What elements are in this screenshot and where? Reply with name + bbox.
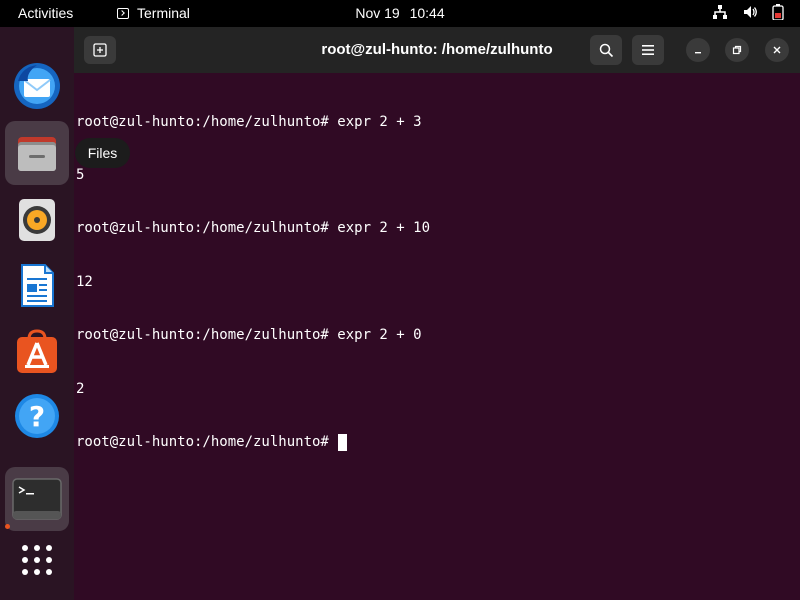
dock-item-terminal[interactable] xyxy=(5,467,69,531)
dock-item-help[interactable]: ? xyxy=(5,384,69,448)
terminal-prompt-line: root@zul-hunto:/home/zulhunto# xyxy=(76,433,796,452)
terminal-line: root@zul-hunto:/home/zulhunto# expr 2 + … xyxy=(76,220,431,237)
close-button[interactable] xyxy=(765,38,789,62)
terminal-icon xyxy=(12,478,62,520)
terminal-window: root@zul-hunto: /home/zulhunto root@zul-… xyxy=(74,27,800,600)
close-icon xyxy=(773,46,781,54)
help-icon: ? xyxy=(15,394,59,438)
document-editor-icon xyxy=(21,264,54,307)
svg-text:?: ? xyxy=(29,400,45,433)
network-icon xyxy=(712,4,728,23)
terminal-prompt: root@zul-hunto:/home/zulhunto# xyxy=(76,433,338,450)
hamburger-menu-icon xyxy=(642,45,654,55)
minimize-button[interactable] xyxy=(686,38,710,62)
app-store-icon xyxy=(17,329,57,373)
terminal-line: root@zul-hunto:/home/zulhunto# expr 2 + … xyxy=(76,327,422,344)
time-label: 10:44 xyxy=(409,5,445,21)
terminal-cursor xyxy=(338,433,348,451)
dock-tooltip: Files xyxy=(75,138,130,168)
restore-icon xyxy=(732,45,742,55)
dock-item-rhythmbox[interactable] xyxy=(5,187,69,251)
dock: ? xyxy=(0,27,74,600)
maximize-button[interactable] xyxy=(725,38,749,62)
mail-client-icon xyxy=(14,63,60,109)
app-grid-icon xyxy=(22,545,52,575)
file-manager-icon xyxy=(18,137,56,171)
terminal-line: 12 xyxy=(76,273,93,290)
terminal-line: 2 xyxy=(76,380,85,397)
system-menu-button[interactable] xyxy=(712,4,784,23)
terminal-line: 5 xyxy=(76,166,85,183)
dock-item-ubuntu-software[interactable] xyxy=(5,319,69,383)
terminal-line: root@zul-hunto:/home/zulhunto# expr 2 + … xyxy=(76,113,422,130)
battery-icon xyxy=(772,4,784,23)
search-button[interactable] xyxy=(590,35,622,65)
dock-item-files[interactable] xyxy=(5,121,69,185)
menu-button[interactable] xyxy=(632,35,664,65)
show-applications-button[interactable] xyxy=(5,528,69,592)
terminal-output[interactable]: root@zul-hunto:/home/zulhunto# expr 2 + … xyxy=(76,78,796,487)
top-bar: Activities Terminal Nov 19 10:44 xyxy=(0,0,800,27)
volume-icon xyxy=(742,4,758,23)
window-header[interactable]: root@zul-hunto: /home/zulhunto xyxy=(74,27,800,73)
date-label: Nov 19 xyxy=(355,5,400,21)
search-icon xyxy=(599,43,613,57)
clock-button[interactable]: Nov 19 10:44 xyxy=(0,5,800,21)
dock-item-thunderbird[interactable] xyxy=(5,54,69,118)
minimize-icon xyxy=(695,52,701,54)
music-player-icon xyxy=(19,199,55,241)
dock-item-libreoffice-writer[interactable] xyxy=(5,253,69,317)
